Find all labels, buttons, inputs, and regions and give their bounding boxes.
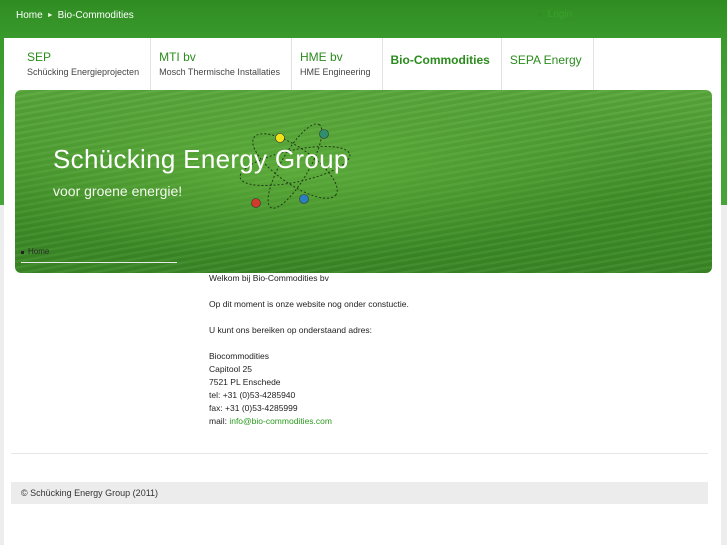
arrow-right-icon: ➤ <box>537 10 544 19</box>
nav-item-sep[interactable]: SEP Schücking Energieprojecten <box>19 38 152 90</box>
nav-item-title: HME bv <box>299 50 343 64</box>
address-street: Capitool 25 <box>209 364 253 374</box>
nav-item-title: SEPA Energy <box>509 53 582 67</box>
nav-item-subtitle: Schücking Energieprojecten <box>27 67 140 77</box>
breadcrumb-current: Bio-Commodities <box>57 10 134 21</box>
nav-item-title: MTI bv <box>159 50 196 64</box>
content-divider <box>11 453 708 454</box>
breadcrumb-home[interactable]: Home <box>16 10 43 21</box>
fax: fax: +31 (0)53-4285999 <box>209 403 298 413</box>
mail-link[interactable]: info@bio-commodities.com <box>229 416 332 426</box>
address-city: 7521 PL Enschede <box>209 377 281 387</box>
nav-item-bio-commodities[interactable]: Bio-Commodities <box>383 38 502 90</box>
breadcrumb: Home ► Bio-Commodities <box>16 10 134 21</box>
nav-item-subtitle: HME Engineering <box>299 67 371 77</box>
telephone: tel: +31 (0)53-4285940 <box>209 390 296 400</box>
welcome-text: Welkom bij Bio-Commodities bv <box>209 273 329 283</box>
construction-text: Op dit moment is onze website nog onder … <box>209 299 409 309</box>
reach-text: U kunt ons bereiken op onderstaand adres… <box>209 325 373 335</box>
nav-item-sepa-energy[interactable]: SEPA Energy <box>502 38 594 90</box>
nav-item-title: SEP <box>27 50 52 64</box>
login-link[interactable]: ➤ Login <box>537 9 572 20</box>
banner-subtitle: voor groene energie! <box>53 183 183 199</box>
side-menu-label: Home <box>28 247 50 256</box>
main-nav: SEP Schücking Energieprojecten MTI bv Mo… <box>19 38 594 90</box>
nav-item-subtitle: Mosch Thermische Installaties <box>159 67 280 77</box>
login-label: Login <box>547 9 573 20</box>
footer-copyright: © Schücking Energy Group (2011) <box>21 488 159 498</box>
banner-title: Schücking Energy Group <box>53 144 349 174</box>
main-content: Welkom bij Bio-Commodities bv Op dit mom… <box>209 272 409 428</box>
company-name: Biocommodities <box>209 351 269 361</box>
nav-item-hme[interactable]: HME bv HME Engineering <box>292 38 383 90</box>
bullet-icon <box>21 251 24 254</box>
nav-item-mti[interactable]: MTI bv Mosch Thermische Installaties <box>151 38 292 90</box>
mail-line: mail: info@bio-commodities.com <box>209 415 409 428</box>
footer: © Schücking Energy Group (2011) <box>11 482 708 504</box>
side-menu-item-home[interactable]: Home <box>21 247 177 256</box>
nav-item-title: Bio-Commodities <box>390 53 490 67</box>
hero-banner: Schücking Energy Group voor groene energ… <box>15 90 712 273</box>
mail-label: mail: <box>209 416 227 426</box>
chevron-right-icon: ► <box>46 12 54 19</box>
side-menu: Home <box>21 247 177 263</box>
